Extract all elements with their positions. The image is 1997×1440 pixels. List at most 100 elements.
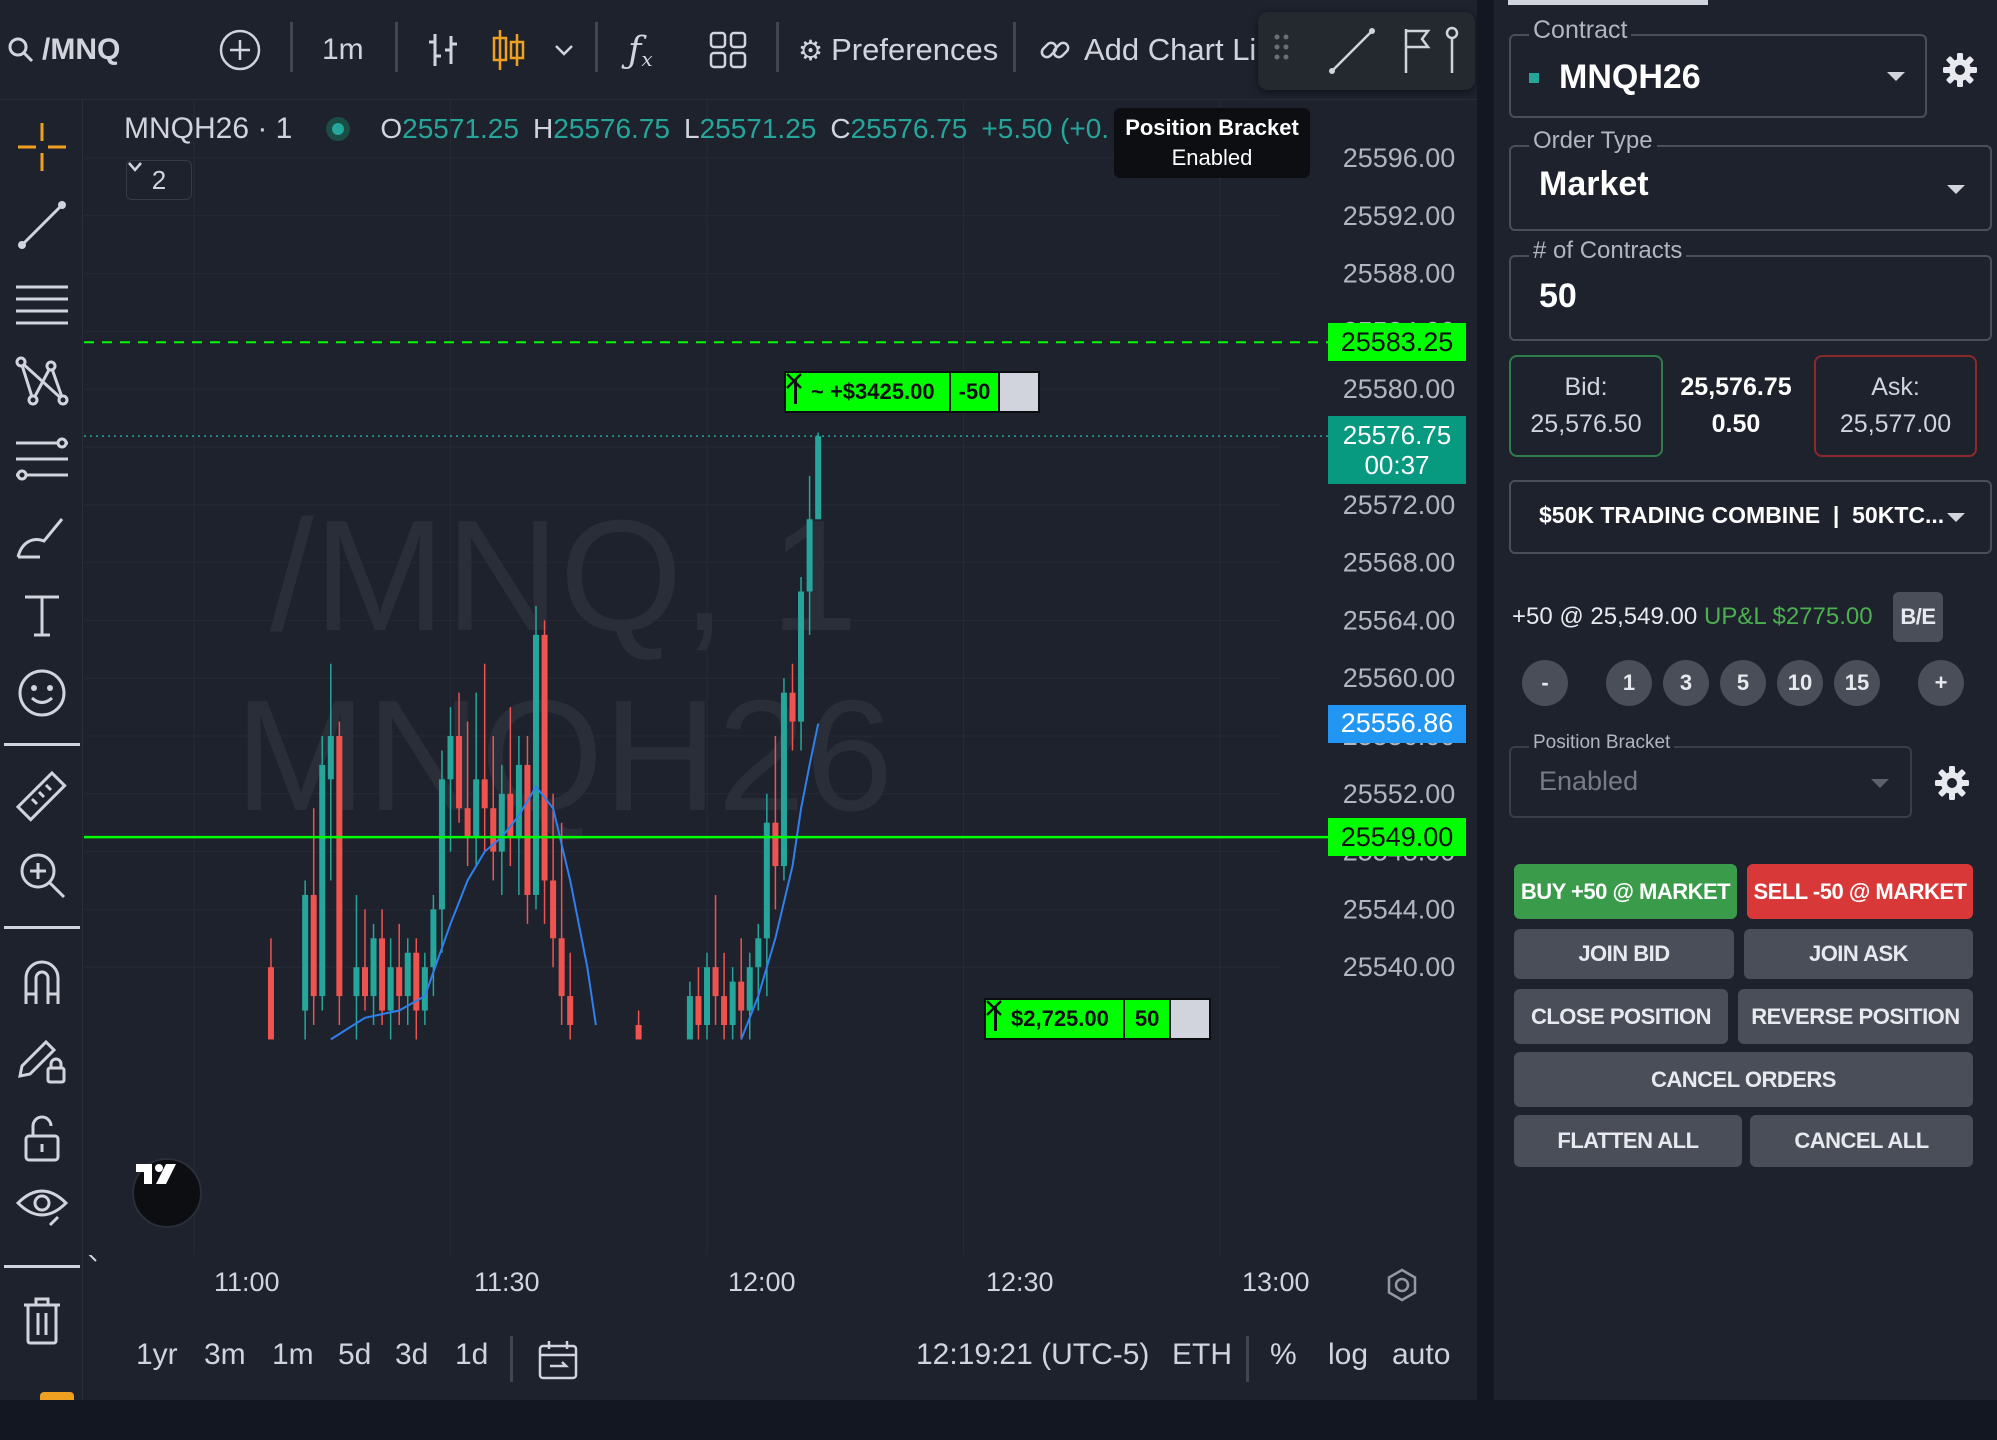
add-chart-lines-button[interactable]: Add Chart Lir — [1038, 0, 1260, 100]
chart-type-dropdown[interactable] — [553, 0, 575, 100]
percent-scale-toggle[interactable]: % — [1270, 1338, 1297, 1372]
tradingview-logo[interactable] — [132, 1158, 202, 1228]
auto-scale-toggle[interactable]: auto — [1392, 1338, 1450, 1372]
qty-increment-button[interactable]: + — [1918, 660, 1964, 706]
bid-label: Bid: — [1564, 373, 1608, 401]
last-price-label: 25576.75 00:37 — [1328, 416, 1466, 485]
line-tool[interactable] — [0, 190, 83, 260]
buy-market-button[interactable]: BUY +50 @ MARKET — [1514, 864, 1737, 919]
magnet-tool[interactable] — [0, 947, 83, 1017]
compare-button[interactable] — [218, 0, 262, 100]
join-bid-button[interactable]: JOIN BID — [1514, 929, 1734, 979]
tp-cancel-button[interactable] — [786, 371, 1041, 413]
candle-body — [815, 436, 822, 520]
cancel-all-button[interactable]: CANCEL ALL — [1750, 1115, 1973, 1167]
join-ask-button[interactable]: JOIN ASK — [1744, 929, 1973, 979]
symbol-search[interactable]: /MNQ — [6, 0, 120, 100]
range-1d[interactable]: 1d — [455, 1338, 488, 1372]
unlock-icon — [24, 1115, 59, 1162]
candle-body — [353, 967, 360, 997]
brush-icon — [16, 518, 63, 559]
entry-close-button[interactable] — [986, 998, 1212, 1040]
brush-tool[interactable] — [0, 502, 83, 572]
range-3d[interactable]: 3d — [395, 1338, 428, 1372]
legend-collapse-button[interactable]: 2 — [126, 160, 192, 200]
qty-preset-3[interactable]: 3 — [1663, 660, 1709, 706]
candle-body — [686, 996, 693, 1040]
indicators-button[interactable]: ƒx — [628, 0, 653, 100]
interval-button[interactable]: 1m — [322, 0, 364, 100]
position-bracket-select[interactable]: Position Bracket Enabled — [1509, 732, 1912, 818]
qty-preset-5[interactable]: 5 — [1720, 660, 1766, 706]
tools-divider — [4, 743, 80, 746]
calendar-goto-icon[interactable] — [536, 1338, 580, 1382]
parallel-lines-tool[interactable] — [0, 268, 83, 338]
position-entry-order[interactable]: $2,725.00 50 — [984, 998, 1212, 1040]
entry-price-label: 25549.00 — [1328, 818, 1466, 857]
measure-tool[interactable] — [0, 762, 83, 832]
sell-market-button[interactable]: SELL -50 @ MARKET — [1747, 864, 1973, 919]
qty-preset-10[interactable]: 10 — [1777, 660, 1823, 706]
preferences-button[interactable]: ⚙ Preferences — [798, 0, 998, 100]
session-toggle[interactable]: ETH — [1172, 1338, 1232, 1372]
gear-icon[interactable] — [1932, 763, 1972, 803]
candle-body — [438, 779, 445, 910]
crosshair-tool[interactable] — [0, 112, 83, 182]
fib-tool[interactable] — [0, 424, 83, 494]
symbol-label: /MNQ — [42, 33, 121, 66]
drag-handle-icon[interactable] — [1272, 31, 1292, 71]
range-3m[interactable]: 3m — [204, 1338, 246, 1372]
time-tick: 12:00 — [728, 1267, 796, 1297]
emoji-tool[interactable] — [0, 658, 83, 728]
take-profit-order[interactable]: ~ +$3425.00 -50 — [784, 371, 1041, 413]
qty-decrement-button[interactable]: - — [1522, 660, 1568, 706]
order-type-select[interactable]: Order Type Market — [1509, 127, 1992, 231]
candles-button[interactable] — [490, 0, 526, 100]
reverse-position-button[interactable]: REVERSE POSITION — [1738, 989, 1973, 1044]
log-scale-toggle[interactable]: log — [1328, 1338, 1368, 1372]
chevron-down-icon — [128, 162, 142, 172]
trend-line-icon[interactable] — [1326, 25, 1378, 77]
account-select[interactable]: $50K TRADING COMBINE | 50KTC... — [1509, 480, 1992, 554]
range-1yr[interactable]: 1yr — [136, 1338, 178, 1372]
qty-preset-15[interactable]: 15 — [1834, 660, 1880, 706]
cancel-orders-button[interactable]: CANCEL ORDERS — [1514, 1052, 1973, 1107]
pin-icon[interactable] — [1442, 25, 1462, 77]
legend-high: 25576.75 — [553, 113, 670, 144]
flag-icon[interactable] — [1400, 25, 1436, 77]
flatten-all-button[interactable]: FLATTEN ALL — [1514, 1115, 1742, 1167]
price-chart[interactable]: /MNQ, 1 MNQH26 25596.00 25592.00 25588.00 2… — [84, 100, 1476, 1255]
pattern-tool[interactable] — [0, 346, 83, 416]
lock-drawing-tool[interactable] — [0, 1025, 83, 1095]
range-5d[interactable]: 5d — [338, 1338, 371, 1372]
chart-canvas[interactable]: /MNQ, 1 MNQH26 25596.0025592.0025588.002… — [84, 100, 1476, 1255]
candle-body — [267, 967, 274, 1040]
lock-all-tool[interactable] — [0, 1103, 83, 1173]
candle-body — [319, 764, 326, 997]
layout-button[interactable] — [708, 0, 748, 100]
contract-select[interactable]: Contract MNQH26 — [1509, 16, 1927, 118]
ask-box[interactable]: Ask: 25,577.00 — [1814, 355, 1977, 457]
time-axis[interactable]: 11:00 11:30 12:00 12:30 13:00 — [84, 1255, 1476, 1315]
bid-box[interactable]: Bid: 25,576.50 — [1509, 355, 1663, 457]
text-tool[interactable] — [0, 580, 83, 650]
hide-tool[interactable] — [0, 1172, 83, 1242]
chevron-down-icon — [1887, 72, 1905, 81]
grid-layout-icon — [709, 31, 747, 69]
candle-body — [763, 822, 770, 939]
panel-divider — [1477, 0, 1494, 1400]
qty-preset-1[interactable]: 1 — [1606, 660, 1652, 706]
close-position-button[interactable]: CLOSE POSITION — [1514, 989, 1728, 1044]
bar-style-button[interactable] — [425, 0, 461, 100]
remove-drawings-tool[interactable] — [0, 1286, 83, 1356]
account-value: $50K TRADING COMBINE | 50KTC... — [1539, 502, 1945, 528]
gear-icon[interactable] — [1940, 50, 1980, 90]
range-1m[interactable]: 1m — [272, 1338, 314, 1372]
settings-icon[interactable] — [1384, 1267, 1420, 1303]
chart-clock[interactable]: 12:19:21 (UTC-5) — [916, 1338, 1149, 1372]
contracts-input[interactable]: # of Contracts 50 — [1509, 237, 1992, 341]
smiley-icon — [18, 669, 65, 717]
candle-body — [712, 967, 719, 997]
breakeven-button[interactable]: B/E — [1893, 592, 1943, 642]
zoom-tool[interactable] — [0, 840, 83, 910]
